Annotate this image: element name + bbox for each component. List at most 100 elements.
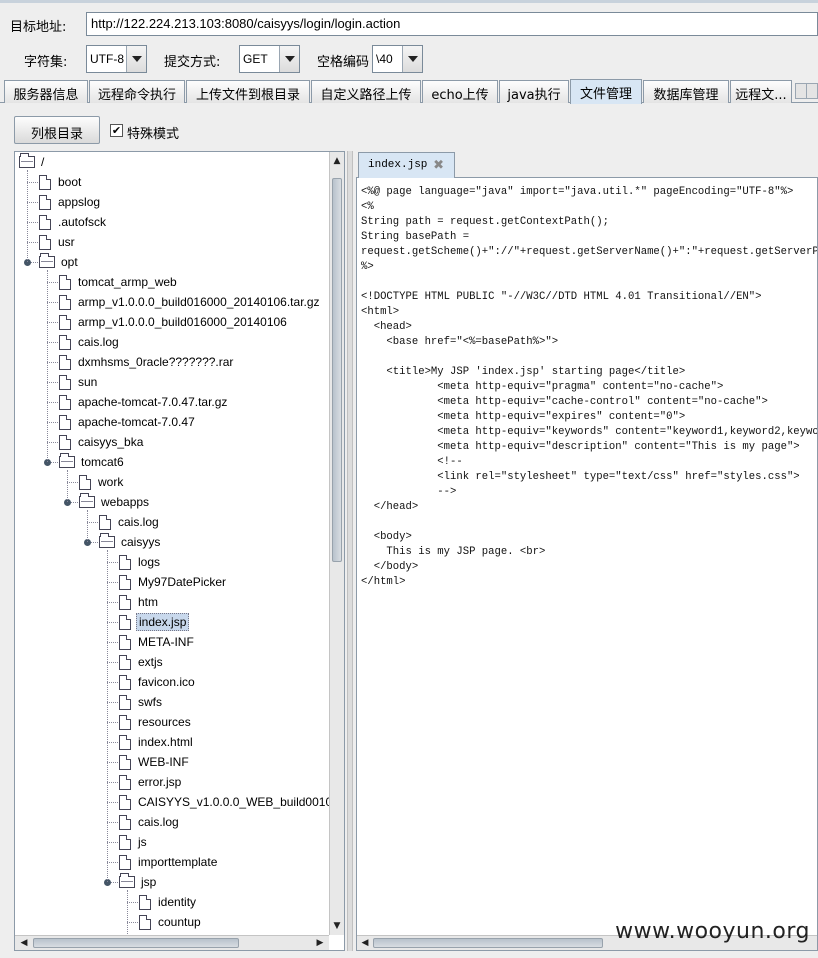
tab-database[interactable]: 数据库管理 bbox=[643, 80, 729, 103]
charset-select[interactable]: UTF-8 bbox=[86, 45, 147, 73]
tree-connector bbox=[127, 922, 138, 923]
tree-node-label: opt bbox=[61, 255, 78, 269]
file-icon bbox=[59, 434, 71, 450]
tab-file-manager[interactable]: 文件管理 bbox=[570, 79, 642, 104]
file-icon bbox=[59, 294, 71, 310]
tree-file-node[interactable]: My97DatePicker bbox=[119, 572, 228, 592]
tree-file-node[interactable]: apache-tomcat-7.0.47 bbox=[59, 412, 197, 432]
tree-file-node[interactable]: cais.log bbox=[119, 812, 181, 832]
tree-folder-node[interactable]: tomcat6 bbox=[59, 452, 126, 472]
file-icon bbox=[139, 914, 151, 930]
tree-file-node[interactable]: identity bbox=[139, 892, 198, 912]
tree-connector bbox=[47, 362, 58, 363]
tree-guide-line bbox=[87, 510, 88, 542]
tree-connector bbox=[47, 402, 58, 403]
tree-node-label: My97DatePicker bbox=[138, 575, 227, 589]
tree-file-node[interactable]: logs bbox=[119, 552, 162, 572]
tree-file-node[interactable]: cais.log bbox=[99, 512, 161, 532]
tree-file-node[interactable]: appslog bbox=[39, 192, 102, 212]
tree-folder-node[interactable]: caisyys bbox=[99, 532, 162, 552]
tree-node-label: tomcat_armp_web bbox=[78, 275, 177, 289]
tree-folder-node[interactable]: opt bbox=[39, 252, 80, 272]
pane-splitter[interactable] bbox=[347, 151, 353, 951]
tree-file-node[interactable]: work bbox=[79, 472, 125, 492]
chevron-down-icon[interactable] bbox=[402, 46, 422, 72]
scroll-left-icon[interactable]: ◀ bbox=[17, 936, 31, 950]
tree-file-node[interactable]: .autofsck bbox=[39, 212, 108, 232]
tree-file-node[interactable]: resources bbox=[119, 712, 193, 732]
tree-file-node[interactable]: error.jsp bbox=[119, 772, 183, 792]
tree-node-label: resources bbox=[138, 715, 191, 729]
tree-folder-node[interactable]: jsp bbox=[119, 872, 158, 892]
tree-horizontal-scrollbar[interactable]: ◀ ▶ bbox=[15, 935, 329, 950]
scroll-left-icon[interactable]: ◀ bbox=[358, 936, 372, 950]
code-editor[interactable]: <%@ page language="java" import="java.ut… bbox=[356, 178, 818, 951]
tree-file-node[interactable]: swfs bbox=[119, 692, 164, 712]
tree-file-node[interactable]: htm bbox=[119, 592, 160, 612]
tree-file-node[interactable]: caisyys_bka bbox=[59, 432, 145, 452]
tab-upload-root[interactable]: 上传文件到根目录 bbox=[186, 80, 310, 103]
tree-file-node[interactable]: index.jsp bbox=[119, 612, 190, 632]
list-root-button[interactable]: 列根目录 bbox=[14, 116, 100, 144]
scroll-up-icon[interactable]: ▲ bbox=[330, 154, 344, 168]
tree-file-node[interactable]: countup bbox=[139, 912, 203, 932]
file-icon bbox=[59, 394, 71, 410]
tree-file-node[interactable]: js bbox=[119, 832, 149, 852]
file-icon bbox=[119, 734, 131, 750]
tree-connector bbox=[107, 802, 118, 803]
file-icon bbox=[119, 774, 131, 790]
tree-file-node[interactable]: armp_v1.0.0.0_build016000_20140106.tar.g… bbox=[59, 292, 322, 312]
tree-connector bbox=[107, 782, 118, 783]
tree-file-node[interactable]: importtemplate bbox=[119, 852, 219, 872]
tab-custom-upload[interactable]: 自定义路径上传 bbox=[311, 80, 421, 103]
code-text[interactable]: <%@ page language="java" import="java.ut… bbox=[361, 185, 817, 590]
chevron-down-icon[interactable] bbox=[279, 46, 299, 72]
special-mode-checkbox[interactable]: ✔ bbox=[110, 124, 123, 137]
tree-node-label: htm bbox=[138, 595, 159, 609]
space-encoding-select[interactable]: \40 bbox=[372, 45, 423, 73]
tree-folder-node[interactable]: webapps bbox=[79, 492, 151, 512]
tree-file-node[interactable]: boot bbox=[39, 172, 83, 192]
charset-value: UTF-8 bbox=[90, 52, 124, 66]
chevron-down-icon[interactable] bbox=[126, 46, 146, 72]
tab-remote-file[interactable]: 远程文... bbox=[730, 80, 792, 103]
method-select[interactable]: GET bbox=[239, 45, 300, 73]
tree-hscroll-thumb[interactable] bbox=[33, 938, 239, 948]
scroll-right-icon[interactable]: ▶ bbox=[313, 936, 327, 950]
tab-server-info[interactable]: 服务器信息 bbox=[4, 80, 88, 103]
tree-file-node[interactable]: META-INF bbox=[119, 632, 196, 652]
tab-java-exec[interactable]: java执行 bbox=[499, 80, 569, 103]
tree-file-node[interactable]: cais.log bbox=[59, 332, 121, 352]
tree-file-node[interactable]: CAISYYS_v1.0.0.0_WEB_build0010 bbox=[119, 792, 334, 812]
tree-file-node[interactable]: apache-tomcat-7.0.47.tar.gz bbox=[59, 392, 229, 412]
space-encoding-label: 空格编码 bbox=[317, 55, 370, 70]
tree-file-node[interactable]: usr bbox=[39, 232, 77, 252]
tab-remote-command[interactable]: 远程命令执行 bbox=[89, 80, 185, 103]
close-icon[interactable]: ✖ bbox=[433, 158, 444, 173]
url-input[interactable]: http://122.224.213.103:8080/caisyys/logi… bbox=[86, 12, 818, 36]
tab-scroll-right-button[interactable] bbox=[806, 83, 818, 99]
tree-connector bbox=[107, 622, 118, 623]
tree-file-node[interactable]: armp_v1.0.0.0_build016000_20140106 bbox=[59, 312, 289, 332]
editor-tab-label: index.jsp bbox=[368, 159, 428, 171]
tree-file-node[interactable]: WEB-INF bbox=[119, 752, 191, 772]
tree-file-node[interactable]: index.html bbox=[119, 732, 195, 752]
editor-tab-index-jsp[interactable]: index.jsp ✖ bbox=[358, 152, 455, 178]
tree-node-label: index.html bbox=[138, 735, 193, 749]
tree-file-node[interactable]: favicon.ico bbox=[119, 672, 197, 692]
tree-folder-node[interactable]: / bbox=[19, 152, 46, 172]
editor-hscroll-thumb[interactable] bbox=[373, 938, 603, 948]
tree-vertical-scrollbar[interactable]: ▲ ▼ bbox=[329, 152, 344, 935]
tree-file-node[interactable]: extjs bbox=[119, 652, 165, 672]
file-icon bbox=[119, 574, 131, 590]
tab-echo-upload[interactable]: echo上传 bbox=[422, 80, 498, 103]
tree-guide-line bbox=[27, 170, 28, 262]
scroll-down-icon[interactable]: ▼ bbox=[330, 919, 344, 933]
method-label: 提交方式: bbox=[164, 55, 221, 70]
tree-file-node[interactable]: dxmhsms_0racle???????.rar bbox=[59, 352, 235, 372]
tree-file-node[interactable]: tomcat_armp_web bbox=[59, 272, 179, 292]
tree-vscroll-thumb[interactable] bbox=[332, 178, 342, 562]
file-icon bbox=[39, 174, 51, 190]
tree-connector bbox=[107, 862, 118, 863]
tree-file-node[interactable]: sun bbox=[59, 372, 99, 392]
